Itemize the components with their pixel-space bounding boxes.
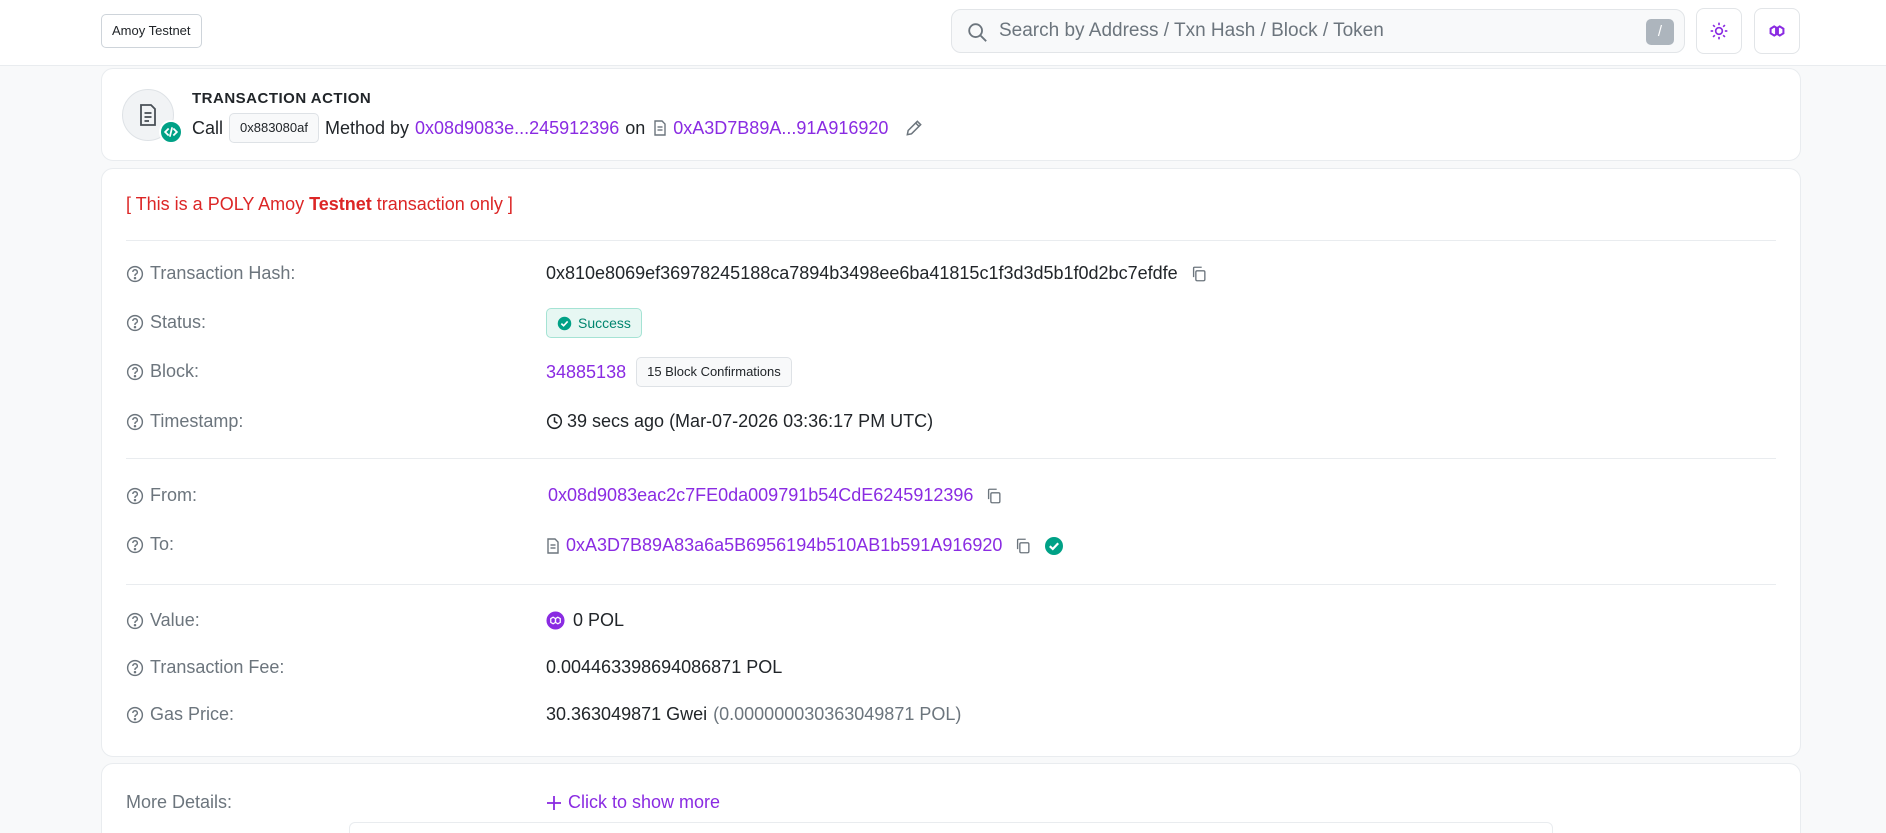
block-label: Block: (150, 361, 200, 381)
status-label-row: Status: (126, 312, 206, 333)
from-address-link[interactable]: 0x08d9083eac2c7FE0da009791b54CdE62459123… (548, 485, 973, 506)
action-method-by-text: Method by (324, 117, 410, 138)
timestamp-row: 39 secs ago (Mar-07-2026 03:36:17 PM UTC… (546, 411, 933, 432)
plus-icon (547, 795, 561, 810)
show-more-text: Click to show more (568, 792, 721, 812)
question-icon[interactable] (126, 314, 144, 332)
from-label-row: From: (126, 485, 197, 506)
more-details-label: More Details: (126, 792, 233, 812)
copy-icon[interactable] (1190, 265, 1208, 283)
search-shortcut-key: / (1646, 19, 1674, 45)
show-more-link[interactable]: Click to show more (546, 792, 720, 813)
action-on-text: on (625, 117, 646, 138)
question-icon[interactable] (126, 612, 144, 630)
from-row: 0x08d9083eac2c7FE0da009791b54CdE62459123… (548, 485, 1003, 506)
transaction-hash-label-row: Transaction Hash: (126, 263, 295, 284)
search-bar[interactable]: / (951, 9, 1685, 53)
divider (126, 458, 1776, 459)
code-icon (159, 120, 183, 144)
status-badge-text: Success (578, 315, 631, 331)
question-icon[interactable] (126, 706, 144, 724)
sun-icon (1710, 22, 1728, 40)
status-row: Success (546, 308, 642, 338)
block-confirmations-badge: 15 Block Confirmations (636, 357, 792, 387)
gas-price-row: 30.363049871 Gwei (0.000000030363049871 … (546, 704, 961, 725)
action-from-address-link[interactable]: 0x08d9083e...245912396 (415, 118, 619, 139)
transaction-details-card: [ This is a POLY Amoy Testnet transactio… (101, 168, 1801, 757)
notice-suffix: transaction only ] (371, 194, 513, 214)
transaction-hash-value: 0x810e8069ef36978245188ca7894b3498ee6ba4… (546, 263, 1178, 283)
to-row: 0xA3D7B89A83a6a5B6956194b510AB1b591A9169… (546, 535, 1064, 556)
details-panel-edge (349, 822, 1553, 833)
pol-token-icon (546, 611, 565, 630)
action-call-text: Call (192, 117, 224, 138)
from-label: From: (150, 485, 197, 505)
search-input[interactable] (999, 10, 1599, 52)
question-icon[interactable] (126, 659, 144, 677)
pencil-icon[interactable] (904, 118, 924, 138)
contract-file-icon (547, 537, 559, 554)
polygon-logo-icon (1769, 25, 1785, 37)
verified-check-icon (1045, 536, 1064, 555)
question-icon[interactable] (126, 265, 144, 283)
clock-icon (546, 413, 563, 430)
value-row: 0 POL (546, 610, 624, 631)
transaction-hash-row: 0x810e8069ef36978245188ca7894b3498ee6ba4… (546, 263, 1208, 284)
value-amount: 0 POL (573, 610, 625, 630)
to-contract-link[interactable]: 0xA3D7B89A83a6a5B6956194b510AB1b591A9169… (566, 535, 1002, 556)
value-label: Value: (150, 610, 200, 630)
copy-icon[interactable] (985, 487, 1003, 505)
divider (126, 584, 1776, 585)
question-icon[interactable] (126, 363, 144, 381)
timestamp-label: Timestamp: (150, 411, 244, 431)
to-label-row: To: (126, 534, 174, 555)
divider (126, 240, 1776, 241)
question-icon[interactable] (126, 487, 144, 505)
testnet-notice: [ This is a POLY Amoy Testnet transactio… (126, 194, 513, 215)
status-badge: Success (546, 308, 642, 338)
more-details-card: More Details: Click to show more (101, 763, 1801, 833)
transaction-action-title: TRANSACTION ACTION (192, 90, 372, 107)
check-circle-icon (557, 316, 572, 330)
status-label: Status: (150, 312, 207, 332)
contract-file-icon (654, 120, 666, 136)
action-to-contract-link[interactable]: 0xA3D7B89A...91A916920 (673, 118, 888, 139)
timestamp-label-row: Timestamp: (126, 411, 243, 432)
search-icon (968, 23, 987, 42)
theme-toggle-button[interactable] (1696, 8, 1742, 54)
timestamp-value: 39 secs ago (Mar-07-2026 03:36:17 PM UTC… (567, 411, 934, 431)
polygon-network-button[interactable] (1754, 8, 1800, 54)
network-button[interactable]: Amoy Testnet (101, 14, 202, 48)
block-number-link[interactable]: 34885138 (546, 362, 626, 383)
gas-price-label-row: Gas Price: (126, 704, 234, 725)
gas-price-label: Gas Price: (150, 704, 235, 724)
value-label-row: Value: (126, 610, 200, 631)
question-icon[interactable] (126, 536, 144, 554)
fee-label: Transaction Fee: (150, 657, 285, 677)
to-label: To: (150, 534, 175, 554)
transaction-action-card: TRANSACTION ACTION Call 0x883080af Metho… (101, 68, 1801, 161)
block-label-row: Block: (126, 361, 199, 382)
notice-prefix: [ This is a POLY Amoy (126, 194, 310, 214)
transaction-action-line: Call 0x883080af Method by 0x08d9083e...2… (192, 112, 924, 144)
fee-row: 0.004463398694086871 POL (546, 657, 782, 678)
transaction-hash-label: Transaction Hash: (150, 263, 296, 283)
fee-value: 0.004463398694086871 POL (546, 657, 783, 677)
copy-icon[interactable] (1014, 537, 1032, 555)
gas-price-pol-value: (0.000000030363049871 POL) (713, 704, 962, 724)
gas-price-value: 30.363049871 Gwei (546, 704, 708, 724)
top-bar: Amoy Testnet / (0, 0, 1886, 66)
method-id-badge: 0x883080af (229, 113, 319, 143)
block-row: 34885138 15 Block Confirmations (546, 357, 798, 387)
question-icon[interactable] (126, 413, 144, 431)
more-details-row: Click to show more (546, 792, 720, 813)
fee-label-row: Transaction Fee: (126, 657, 284, 678)
notice-bold: Testnet (309, 194, 372, 214)
